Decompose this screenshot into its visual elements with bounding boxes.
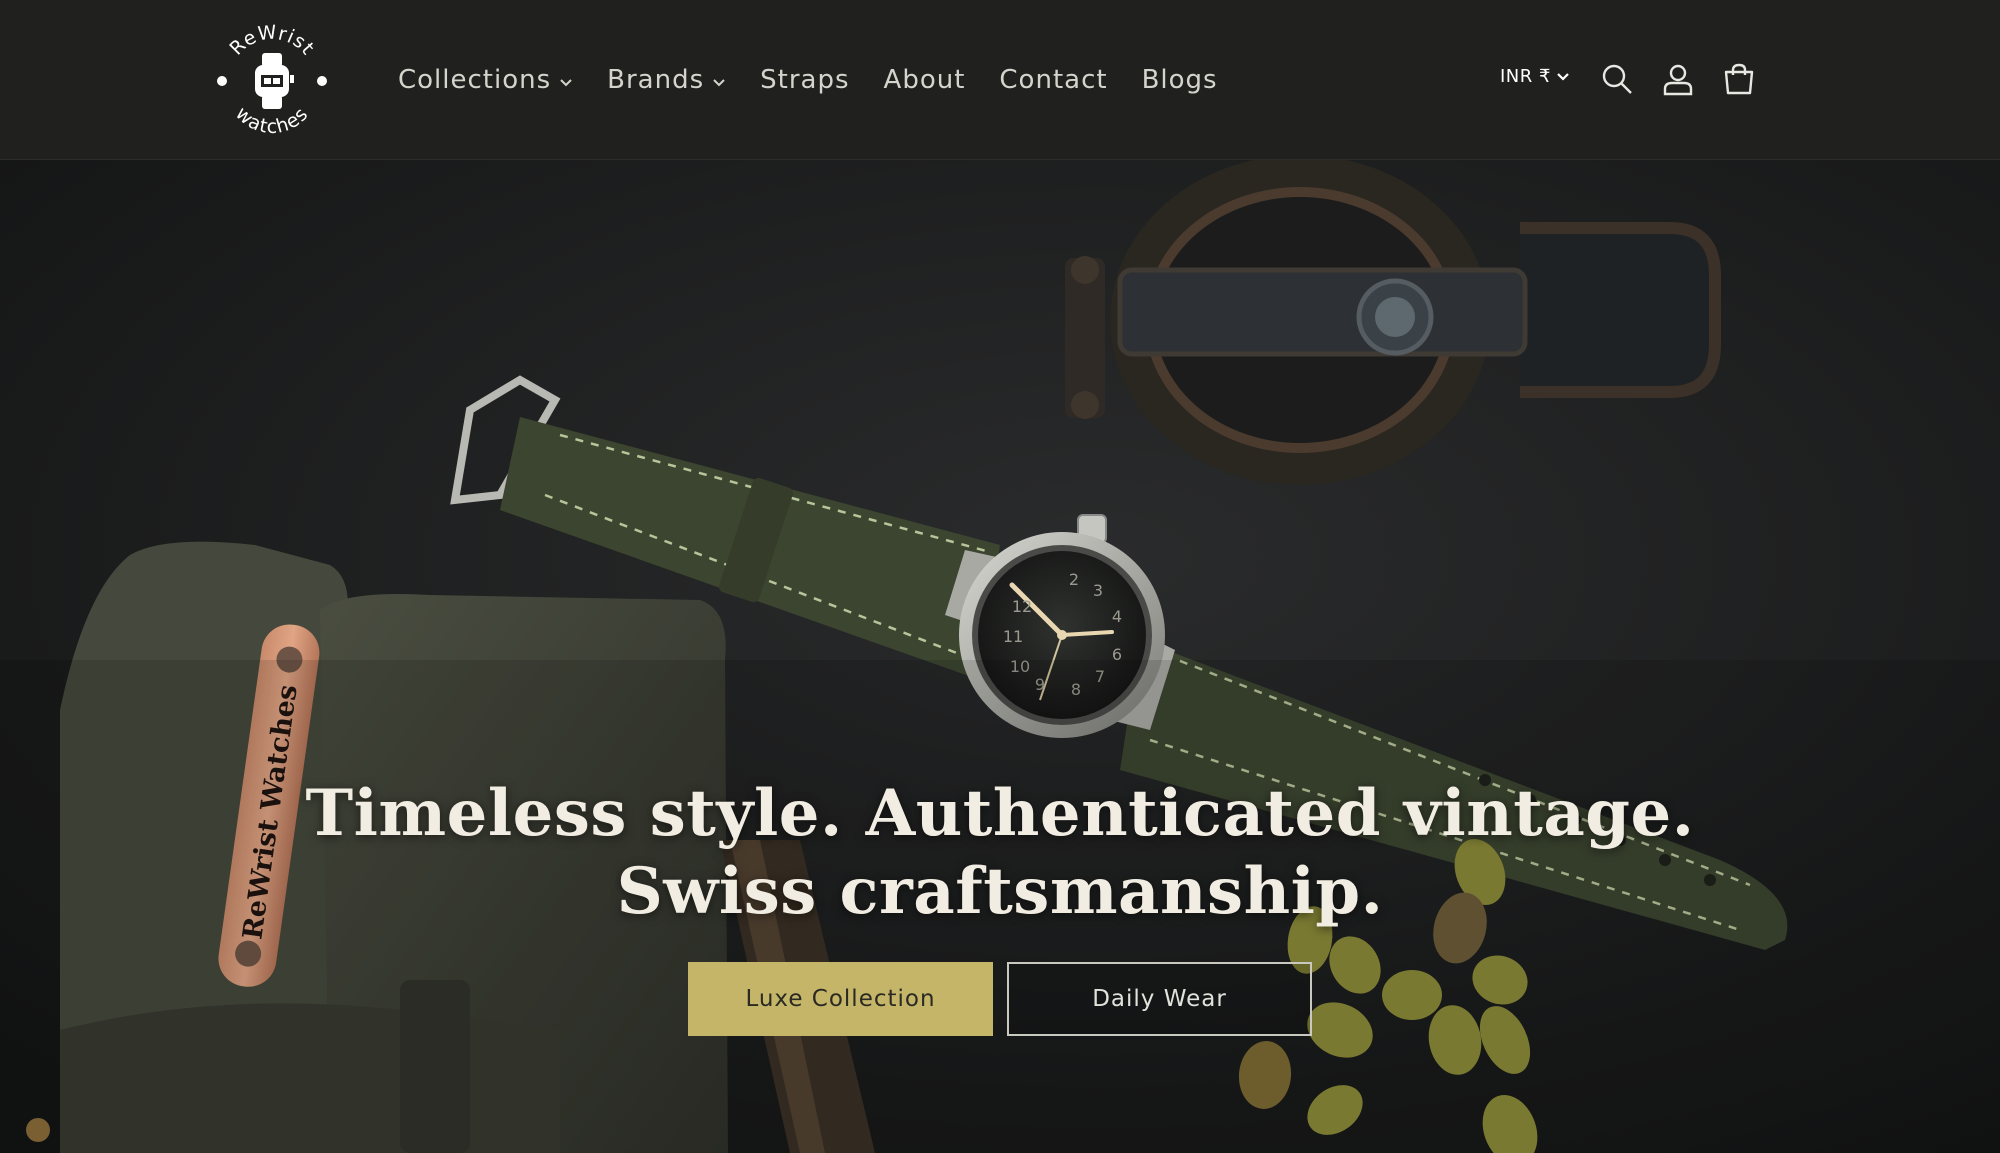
rewrist-logo[interactable]: ReWrist watches — [208, 17, 336, 145]
nav-about-label: About — [883, 65, 966, 95]
nav-about[interactable]: About — [884, 65, 966, 95]
currency-label: INR ₹ — [1500, 66, 1551, 87]
site-header: ReWrist watches Collections Brands Strap… — [0, 0, 2000, 160]
search-button[interactable] — [1600, 62, 1634, 96]
search-icon — [1602, 64, 1632, 94]
cart-button[interactable] — [1722, 62, 1756, 96]
chevron-down-icon — [713, 79, 725, 87]
nav-collections[interactable]: Collections — [398, 65, 573, 95]
hero-headline-line1: Timeless style. Authenticated vintage. — [305, 776, 1695, 851]
svg-text:12: 12 — [1012, 597, 1032, 616]
nav-straps[interactable]: Straps — [760, 65, 849, 95]
hero-image: ReWrist Watches 2 3 4 6 7 8 9 10 11 12 — [0, 160, 2000, 1153]
main-nav: Collections Brands Straps About Contact … — [398, 56, 1252, 104]
hero-banner: ReWrist Watches 2 3 4 6 7 8 9 10 11 12 T… — [0, 160, 2000, 1153]
hero-headline: Timeless style. Authenticated vintage. S… — [0, 775, 2000, 931]
svg-text:2: 2 — [1069, 570, 1079, 589]
hero-headline-line2: Swiss craftsmanship. — [616, 854, 1384, 929]
svg-text:4: 4 — [1112, 607, 1122, 626]
logo-mark: ReWrist watches — [217, 21, 327, 138]
currency-selector[interactable]: INR ₹ — [1500, 66, 1571, 87]
daily-wear-button[interactable]: Daily Wear — [1007, 962, 1312, 1036]
nav-straps-label: Straps — [760, 65, 850, 95]
cart-icon — [1724, 63, 1754, 95]
nav-blogs[interactable]: Blogs — [1142, 65, 1218, 95]
chevron-down-icon — [560, 79, 572, 87]
nav-brands-label: Brands — [607, 65, 705, 95]
account-icon — [1663, 64, 1693, 96]
chevron-down-icon — [1557, 72, 1569, 81]
nav-brands[interactable]: Brands — [607, 65, 726, 95]
svg-text:3: 3 — [1093, 581, 1103, 600]
nav-contact-label: Contact — [999, 65, 1108, 95]
account-button[interactable] — [1661, 62, 1695, 96]
svg-text:11: 11 — [1003, 627, 1023, 646]
nav-blogs-label: Blogs — [1141, 65, 1218, 95]
nav-collections-label: Collections — [398, 65, 552, 95]
luxe-collection-button[interactable]: Luxe Collection — [688, 962, 993, 1036]
nav-contact[interactable]: Contact — [999, 65, 1107, 95]
